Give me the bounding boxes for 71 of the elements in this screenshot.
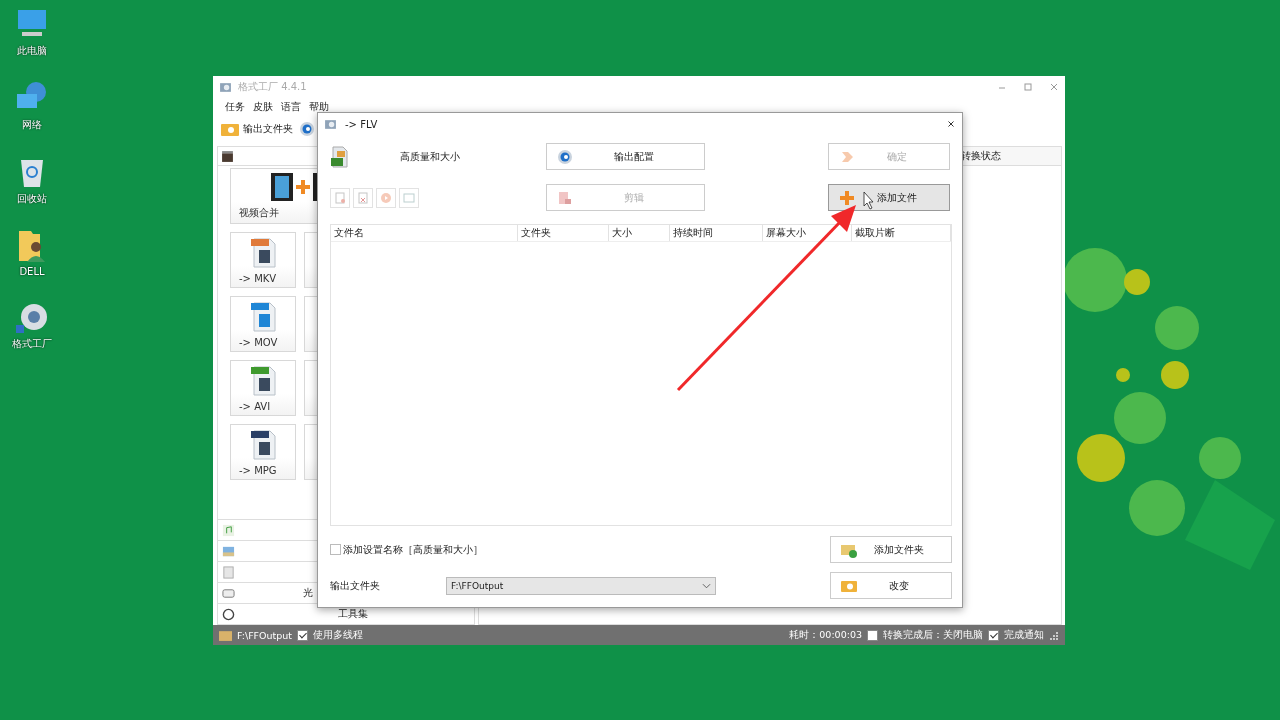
column-header[interactable]: 截取片断: [851, 225, 951, 241]
format-tile[interactable]: -> AVI: [230, 360, 296, 416]
window-icon: [403, 191, 415, 204]
desktop-icon-label: 回收站: [17, 192, 47, 206]
checkbox-label: 转换完成后：关闭电脑: [883, 628, 983, 642]
tile-label: -> MOV: [238, 337, 278, 348]
desktop-icon-label: DELL: [19, 266, 45, 277]
document-icon: [222, 565, 235, 579]
checkbox-label: 使用多线程: [313, 628, 364, 642]
elapsed-time: 耗时：00:00:03: [789, 628, 862, 642]
add-file-button[interactable]: 添加文件: [828, 184, 950, 211]
app-icon: [324, 117, 337, 131]
format-tile[interactable]: -> MPG: [230, 424, 296, 480]
disc-drive-icon: [222, 586, 235, 600]
film-clip-icon: [557, 189, 573, 206]
menu-item[interactable]: 语言: [281, 100, 301, 114]
menu-item[interactable]: 帮助: [309, 100, 329, 114]
video-file-icon: [248, 300, 278, 332]
column-header[interactable]: 持续时间: [669, 225, 764, 241]
settings-icon[interactable]: [299, 121, 315, 137]
profile-name: 高质量和大小: [400, 149, 460, 164]
output-folder-dropdown[interactable]: F:\FFOutput: [446, 576, 716, 595]
resize-grip-icon[interactable]: [1049, 630, 1059, 640]
video-file-icon: [248, 364, 278, 396]
tile-label: -> AVI: [238, 401, 271, 412]
checkbox[interactable]: [297, 629, 309, 641]
column-header[interactable]: 文件夹: [517, 225, 610, 241]
add-folder-button[interactable]: 添加文件夹: [830, 536, 952, 563]
tile-label: 视频合并: [239, 206, 279, 220]
checkbox[interactable]: [330, 544, 341, 555]
output-config-button[interactable]: 输出配置: [546, 143, 705, 170]
new-file-icon: [334, 191, 346, 204]
checkbox[interactable]: [867, 629, 878, 641]
format-tile[interactable]: -> MKV: [230, 232, 296, 288]
category-label: 工具集: [338, 607, 368, 621]
plus-icon: [839, 189, 855, 206]
settings-icon: [557, 148, 573, 165]
checkbox-label: 添加设置名称［高质量和大小］: [343, 542, 483, 557]
dialog-title: -> FLV: [345, 118, 378, 130]
video-file-icon: [248, 236, 278, 268]
tile-label: -> MPG: [238, 465, 277, 476]
desktop-icon-label: 此电脑: [17, 44, 47, 58]
desktop-icon-label: 格式工厂: [12, 337, 52, 351]
close-icon[interactable]: [946, 119, 956, 129]
output-folder-button[interactable]: 输出文件夹: [221, 122, 293, 136]
column-header[interactable]: 文件名: [331, 225, 518, 241]
menu-item[interactable]: 任务: [225, 100, 245, 114]
caret-icon: [702, 582, 711, 589]
delete-file-icon: [357, 191, 369, 204]
file-icon: [330, 145, 350, 168]
checkbox-label: 完成通知: [1004, 628, 1044, 642]
format-tile[interactable]: -> MOV: [230, 296, 296, 352]
maximize-icon[interactable]: [1023, 82, 1033, 92]
checkbox[interactable]: [988, 629, 999, 641]
play-icon: [380, 191, 392, 204]
category-label: 光: [303, 586, 313, 600]
column-header[interactable]: 大小: [609, 225, 670, 241]
change-button[interactable]: 改变: [830, 572, 952, 599]
mouse-cursor-icon: [863, 191, 874, 210]
folder-icon: [219, 628, 232, 642]
window-title: 格式工厂 4.4.1: [238, 80, 307, 94]
video-file-icon: [248, 428, 278, 460]
field-label: 输出文件夹: [330, 578, 381, 593]
tile-label: -> MKV: [238, 273, 277, 284]
desktop-icon-label: 网络: [22, 118, 42, 132]
output-path: F:\FFOutput: [237, 629, 293, 641]
app-icon: [219, 80, 232, 94]
picture-icon: [222, 544, 235, 558]
menu-item[interactable]: 皮肤: [253, 100, 273, 114]
video-category-icon[interactable]: [221, 149, 234, 163]
camera-folder-icon: [221, 122, 239, 136]
